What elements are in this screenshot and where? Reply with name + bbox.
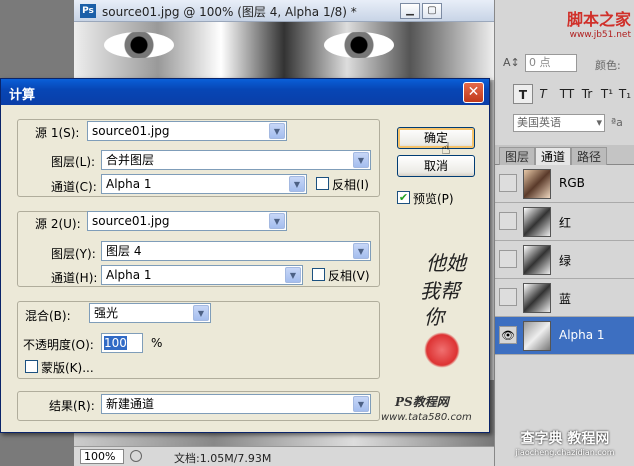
channel-label: Alpha 1 (559, 328, 605, 342)
antialias-icon[interactable]: ªa (611, 116, 623, 129)
source2-label: 源 2(U): (33, 215, 83, 232)
source1-layer-select[interactable]: 合并图层 ▼ (101, 150, 371, 170)
chevron-down-icon: ▼ (353, 396, 369, 412)
preview-checkbox[interactable]: ✔ (397, 191, 410, 204)
blend-label: 混合(B): (23, 307, 73, 324)
source1-invert-label: 反相(I) (332, 178, 369, 192)
watermark-bottom: 查字典 教程网 jiaocheng.chazidian.com (515, 431, 615, 457)
superscript-button[interactable]: T¹ (597, 84, 617, 104)
minimize-button[interactable]: ▁ (400, 3, 420, 19)
language-select[interactable]: 美国英语 ▾ (513, 114, 605, 132)
document-title: source01.jpg @ 100% (图层 4, Alpha 1/8) * (102, 5, 357, 19)
smallcaps-button[interactable]: Tr (577, 84, 597, 104)
channel-thumbnail (523, 321, 551, 351)
source2-layer-select[interactable]: 图层 4 ▼ (101, 241, 371, 261)
doc-size-info: 文档:1.05M/7.93M (174, 452, 272, 465)
signature-text-3: 你 (424, 305, 444, 329)
eye-icon[interactable]: 👁 (499, 326, 517, 344)
channel-thumbnail (523, 207, 551, 237)
status-bar: 100% 文档:1.05M/7.93M (74, 446, 494, 466)
maximize-button[interactable]: ▢ (422, 3, 442, 19)
channel-row-rgb[interactable]: RGB (495, 165, 634, 203)
channel-label: RGB (559, 176, 585, 190)
right-panel: 脚本之家 www.jb51.net A↕ 0 点 颜色: T T TT Tr T… (494, 0, 634, 466)
mask-checkbox[interactable] (25, 360, 38, 373)
channels-tabbar: 图层 通道 路径 (495, 145, 634, 165)
channel-label: 红 (559, 216, 572, 230)
channel-label: 蓝 (559, 292, 572, 306)
channel-thumbnail (523, 283, 551, 313)
preview-label: 预览(P) (413, 192, 454, 206)
channel-row-blue[interactable]: 蓝 (495, 279, 634, 317)
cancel-button[interactable]: 取消 (397, 155, 475, 177)
chevron-down-icon: ▼ (269, 123, 285, 139)
channel-label: 绿 (559, 254, 572, 268)
zoom-field[interactable]: 100% (80, 449, 124, 464)
watermark-top: 脚本之家 www.jb51.net (566, 10, 631, 40)
status-icon[interactable] (130, 450, 142, 462)
red-seal-stamp (424, 332, 460, 368)
chevron-down-icon: ▼ (353, 243, 369, 259)
allcaps-button[interactable]: TT (557, 84, 577, 104)
source2-layer-label: 图层(Y): (51, 247, 96, 261)
visibility-toggle[interactable] (499, 174, 517, 192)
eye-left-image (104, 32, 174, 58)
italic-button[interactable]: T (533, 84, 553, 104)
blend-mode-select[interactable]: 强光 ▼ (89, 303, 211, 323)
channel-thumbnail (523, 169, 551, 199)
chevron-down-icon: ▼ (285, 267, 301, 283)
source2-select[interactable]: source01.jpg ▼ (87, 211, 287, 231)
document-title-bar[interactable]: Ps source01.jpg @ 100% (图层 4, Alpha 1/8)… (74, 0, 494, 22)
source2-channel-label: 通道(H): (51, 271, 98, 285)
source2-invert-checkbox[interactable] (312, 268, 325, 281)
dialog-title-bar[interactable]: 计算 ✕ (1, 79, 489, 105)
source1-invert-checkbox[interactable] (316, 177, 329, 190)
photoshop-icon: Ps (80, 4, 96, 18)
opacity-input[interactable]: 100 (101, 333, 143, 353)
source2-invert-label: 反相(V) (328, 269, 370, 283)
channel-row-alpha1[interactable]: 👁 Alpha 1 (495, 317, 634, 355)
opacity-unit: % (151, 336, 163, 350)
source1-channel-select[interactable]: Alpha 1 ▼ (101, 174, 307, 194)
channel-row-green[interactable]: 绿 (495, 241, 634, 279)
canvas-image-top (74, 22, 494, 80)
chevron-down-icon: ▼ (289, 176, 305, 192)
signature-text-1: 他她 (426, 251, 466, 275)
channel-thumbnail (523, 245, 551, 275)
baseline-field[interactable]: 0 点 (525, 54, 577, 72)
source2-channel-select[interactable]: Alpha 1 ▼ (101, 265, 303, 285)
signature-text-2: 我帮 (420, 279, 460, 303)
tab-paths[interactable]: 路径 (571, 147, 608, 165)
opacity-label: 不透明度(O): (23, 338, 94, 352)
color-label: 颜色: (595, 59, 621, 72)
brand-text: PS教程网 (395, 395, 449, 409)
source1-select[interactable]: source01.jpg ▼ (87, 121, 287, 141)
subscript-button[interactable]: T₁ (615, 84, 634, 104)
close-icon[interactable]: ✕ (463, 82, 484, 103)
chevron-down-icon: ▼ (269, 213, 285, 229)
source1-channel-label: 通道(C): (51, 180, 97, 194)
result-select[interactable]: 新建通道 ▼ (101, 394, 371, 414)
tab-channels[interactable]: 通道 (535, 147, 572, 165)
font-size-icon: A↕ (503, 56, 520, 69)
channel-row-red[interactable]: 红 (495, 203, 634, 241)
chevron-down-icon: ▼ (193, 305, 209, 321)
visibility-toggle[interactable] (499, 288, 517, 306)
mask-label[interactable]: 蒙版(K)... (41, 359, 94, 376)
eye-right-image (324, 32, 394, 58)
visibility-toggle[interactable] (499, 250, 517, 268)
brand-url: www.tata580.com (381, 412, 472, 423)
source1-label: 源 1(S): (33, 124, 82, 141)
bold-button[interactable]: T (513, 84, 533, 104)
source1-layer-label: 图层(L): (51, 155, 96, 169)
result-label: 结果(R): (49, 399, 95, 413)
ok-button[interactable]: 确定 (397, 127, 475, 149)
dialog-title: 计算 (9, 88, 36, 103)
calculations-dialog: 计算 ✕ 源 1(S): source01.jpg ▼ 图层(L): 合并图层 ▼ … (0, 78, 490, 433)
tab-layers[interactable]: 图层 (499, 147, 536, 165)
chevron-down-icon: ▼ (353, 152, 369, 168)
visibility-toggle[interactable] (499, 212, 517, 230)
